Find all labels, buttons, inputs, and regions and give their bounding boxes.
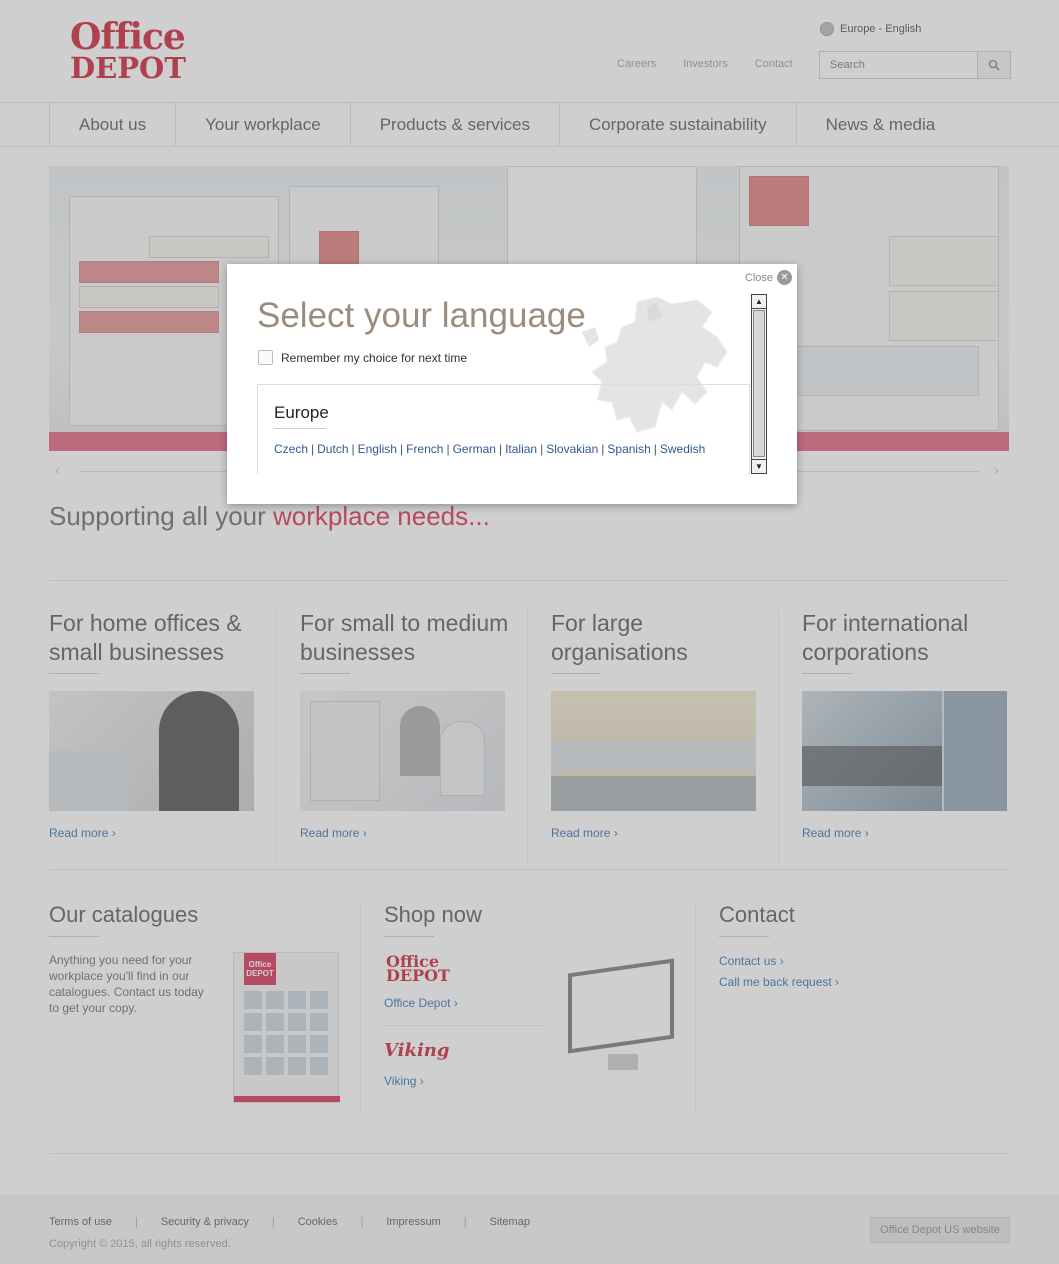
separator: | <box>311 442 315 456</box>
lang-dutch[interactable]: Dutch <box>317 442 348 456</box>
title-underline <box>274 428 326 429</box>
lang-swedish[interactable]: Swedish <box>660 442 705 456</box>
remember-choice[interactable]: Remember my choice for next time <box>258 350 467 365</box>
language-list: Czech | Dutch | English | French | German | Italia… <box>274 442 705 456</box>
close-label: Close <box>744 271 773 284</box>
remember-checkbox[interactable] <box>258 350 273 365</box>
lang-czech[interactable]: Czech <box>274 442 308 456</box>
lang-french[interactable]: French <box>406 442 443 456</box>
modal-scrollbar[interactable]: ▲ ▼ <box>751 294 767 474</box>
lang-slovakian[interactable]: Slovakian <box>546 442 598 456</box>
language-modal: Close ✕ Select your language Remember my… <box>227 264 797 504</box>
remember-label: Remember my choice for next time <box>281 350 468 365</box>
separator: | <box>446 442 450 456</box>
lang-english[interactable]: English <box>358 442 397 456</box>
lang-italian[interactable]: Italian <box>505 442 537 456</box>
lang-spanish[interactable]: Spanish <box>607 442 650 456</box>
separator: | <box>399 442 404 456</box>
region-title: Europe <box>274 403 329 422</box>
separator: | <box>351 442 355 456</box>
scroll-down-icon[interactable]: ▼ <box>752 459 766 473</box>
close-button[interactable]: Close ✕ <box>745 270 792 285</box>
separator: | <box>498 442 503 456</box>
modal-title: Select your language <box>257 296 586 335</box>
scroll-thumb[interactable] <box>753 310 765 457</box>
scroll-up-icon[interactable]: ▲ <box>752 295 766 309</box>
close-icon: ✕ <box>777 270 792 285</box>
lang-german[interactable]: German <box>453 442 496 456</box>
separator: | <box>653 442 657 456</box>
modal-overlay[interactable] <box>0 0 1059 1264</box>
separator: | <box>540 442 544 456</box>
region-europe: Europe Czech | Dutch | English | French | German… <box>257 384 750 474</box>
